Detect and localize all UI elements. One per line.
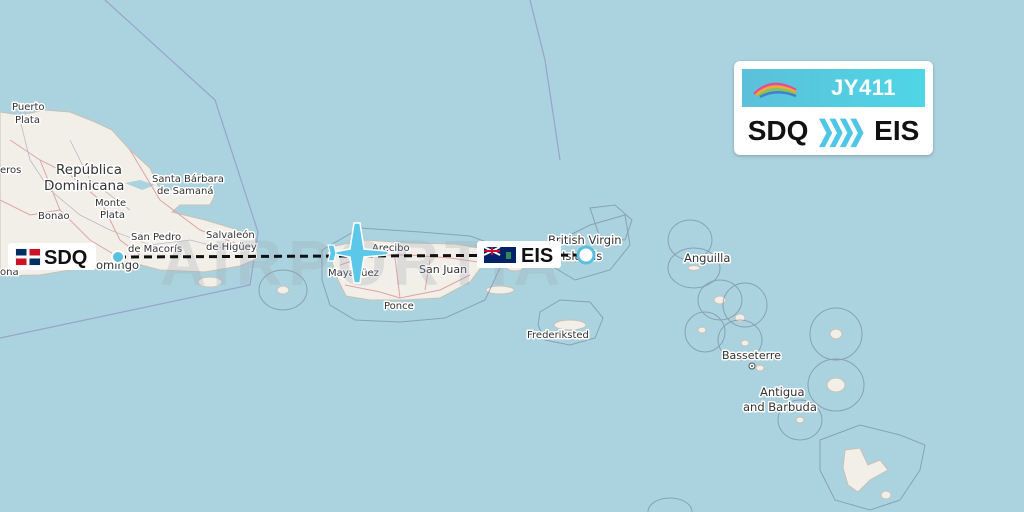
place-label: Santa Bárbara <box>152 173 224 185</box>
place-label: Frederiksted <box>527 330 589 341</box>
flight-number: JY411 <box>831 75 896 100</box>
flight-card-header: JY411 <box>742 69 925 107</box>
chevron-right-icon: ❯❯❯❯ <box>816 114 866 146</box>
dominican-republic-flag-icon <box>15 248 41 266</box>
place-label: and Barbuda <box>743 400 817 414</box>
place-label: Puerto <box>12 102 45 113</box>
place-label: Ponce <box>384 301 414 312</box>
place-label: Monte <box>95 198 126 209</box>
flight-origin-code: SDQ <box>747 115 809 146</box>
destination-code: EIS <box>521 245 553 267</box>
place-label: Plata <box>15 115 40 126</box>
origin-airport-tag[interactable]: SDQ <box>8 243 96 270</box>
place-label: Anguilla <box>684 251 730 265</box>
place-label: de Samaná <box>157 185 214 197</box>
origin-airport-marker[interactable] <box>111 250 125 264</box>
place-label: Dominicana <box>44 178 124 194</box>
place-label: Plata <box>100 210 125 221</box>
flight-destination-code: EIS <box>874 115 920 146</box>
flight-route: SDQ ❯❯❯❯ EIS <box>734 113 933 149</box>
airline-logo-icon <box>753 82 797 98</box>
place-label: Bonao <box>38 211 70 222</box>
place-label: eros <box>0 165 21 176</box>
origin-code: SDQ <box>44 247 87 269</box>
capital-marker-dot <box>751 365 753 367</box>
place-label: República <box>56 162 122 178</box>
british-virgin-islands-flag-icon <box>483 246 516 263</box>
flight-info-card[interactable]: JY411 SDQ ❯❯❯❯ EIS <box>734 61 933 155</box>
destination-airport-marker[interactable] <box>576 245 596 265</box>
place-label: Basseterre <box>722 349 781 362</box>
place-label: Antigua <box>760 385 805 399</box>
destination-airport-tag[interactable]: EIS <box>477 241 561 268</box>
